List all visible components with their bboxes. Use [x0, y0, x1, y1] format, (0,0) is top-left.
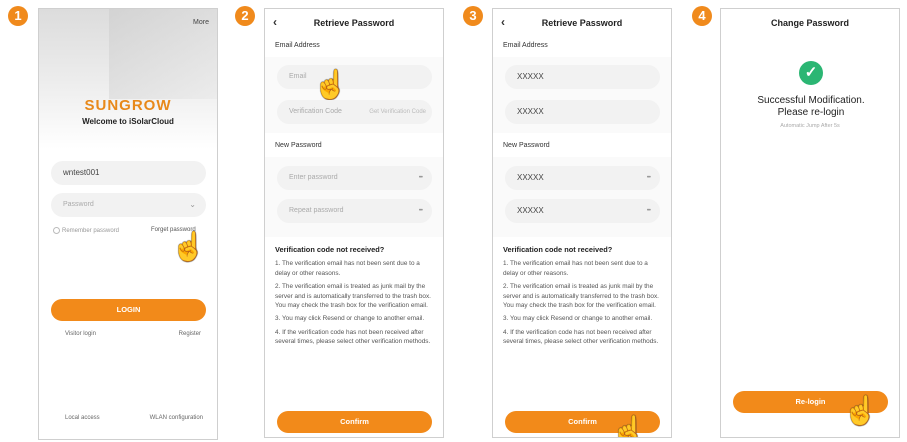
remember-label: Remember password: [62, 228, 120, 235]
repeat-password-placeholder: Repeat password: [289, 207, 344, 214]
step-2-badge: 2: [235, 6, 255, 26]
email-placeholder: Email: [289, 73, 307, 80]
visitor-login-link[interactable]: Visitor login: [65, 331, 96, 337]
get-verification-code-button[interactable]: Get Verification Code: [369, 100, 426, 124]
page-title: Change Password: [770, 18, 850, 28]
enter-password-input[interactable]: Enter password •••: [277, 166, 432, 190]
nav-bar: Change Password: [721, 9, 899, 37]
new-password-section-label: New Password: [503, 142, 550, 149]
pointing-hand-icon: ☝: [313, 69, 348, 100]
confirm-button[interactable]: Confirm: [277, 411, 432, 433]
note-3: 3. You may click Resend or change to ano…: [275, 315, 425, 323]
eye-icon[interactable]: •••: [647, 199, 651, 223]
password-input[interactable]: Password ⌄: [51, 193, 206, 217]
step-4-badge: 4: [692, 6, 712, 26]
back-arrow-icon[interactable]: ‹: [273, 9, 277, 35]
password-placeholder: Password: [63, 201, 94, 208]
local-access-link[interactable]: Local access: [65, 415, 100, 421]
pointing-hand-icon: ☝: [171, 231, 206, 262]
username-value: wntest001: [63, 168, 100, 177]
code-value: XXXXX: [517, 107, 544, 116]
login-button[interactable]: LOGIN: [51, 299, 206, 321]
checkbox-icon[interactable]: [53, 227, 60, 234]
email-input[interactable]: Email: [277, 65, 432, 89]
note-1: 1. The verification email has not been s…: [275, 260, 420, 277]
password-value: XXXXX: [517, 173, 544, 182]
note-2: 2. The verification email is treated as …: [503, 283, 659, 310]
repeat-value: XXXXX: [517, 206, 544, 215]
more-link[interactable]: More: [193, 19, 209, 26]
brand-logo: SUNGROW: [84, 97, 172, 114]
success-message: Successful Modification. Please re-login: [757, 95, 865, 118]
verification-code-input[interactable]: Verification Code Get Verification Code: [277, 100, 432, 124]
note-4: 4. If the verification code has not been…: [503, 328, 659, 346]
step-3-badge: 3: [463, 6, 483, 26]
notes-heading: Verification code not received?: [503, 245, 613, 254]
note-2: 2. The verification email is treated as …: [275, 283, 431, 310]
back-arrow-icon[interactable]: ‹: [501, 9, 505, 35]
remember-password-checkbox[interactable]: Remember password: [53, 227, 119, 234]
code-placeholder: Verification Code: [289, 108, 342, 115]
pointing-hand-icon: ☝: [843, 395, 878, 426]
note-3: 3. You may click Resend or change to ano…: [503, 315, 653, 323]
register-link[interactable]: Register: [179, 331, 201, 337]
pointing-hand-icon: ☝: [611, 415, 646, 438]
page-title: Retrieve Password: [313, 18, 395, 28]
retrieve-password-screen-filled: ‹ Retrieve Password Email Address XXXXX …: [492, 8, 672, 438]
wlan-configuration-link[interactable]: WLAN configuration: [150, 415, 203, 421]
username-input[interactable]: wntest001: [51, 161, 206, 185]
email-section-label: Email Address: [275, 42, 320, 49]
nav-bar: ‹ Retrieve Password: [265, 9, 443, 37]
note-1: 1. The verification email has not been s…: [503, 260, 648, 277]
page-title: Retrieve Password: [541, 18, 623, 28]
nav-bar: ‹ Retrieve Password: [493, 9, 671, 37]
enter-password-input[interactable]: XXXXX •••: [505, 166, 660, 190]
eye-icon[interactable]: •••: [419, 166, 423, 190]
verification-help-notes: Verification code not received? 1. The v…: [503, 245, 663, 351]
email-section-label: Email Address: [503, 42, 548, 49]
eye-icon[interactable]: •••: [647, 166, 651, 190]
welcome-text: Welcome to iSolarCloud: [82, 117, 174, 126]
login-screen: More SUNGROW Welcome to iSolarCloud wnte…: [38, 8, 218, 440]
repeat-password-input[interactable]: Repeat password •••: [277, 199, 432, 223]
auto-jump-text: Automatic Jump After 5s: [780, 123, 840, 129]
step-1-badge: 1: [8, 6, 28, 26]
notes-heading: Verification code not received?: [275, 245, 385, 254]
new-password-section-label: New Password: [275, 142, 322, 149]
retrieve-password-screen-empty: ‹ Retrieve Password Email Address Email …: [264, 8, 444, 438]
note-4: 4. If the verification code has not been…: [275, 328, 431, 346]
email-value: XXXXX: [517, 72, 544, 81]
change-password-success-screen: Change Password ✓ Successful Modificatio…: [720, 8, 900, 438]
email-input[interactable]: XXXXX: [505, 65, 660, 89]
chevron-down-icon[interactable]: ⌄: [189, 193, 196, 217]
enter-password-placeholder: Enter password: [289, 174, 338, 181]
check-circle-icon: ✓: [799, 61, 823, 85]
eye-icon[interactable]: •••: [419, 199, 423, 223]
verification-help-notes: Verification code not received? 1. The v…: [275, 245, 435, 351]
repeat-password-input[interactable]: XXXXX •••: [505, 199, 660, 223]
verification-code-input[interactable]: XXXXX: [505, 100, 660, 124]
